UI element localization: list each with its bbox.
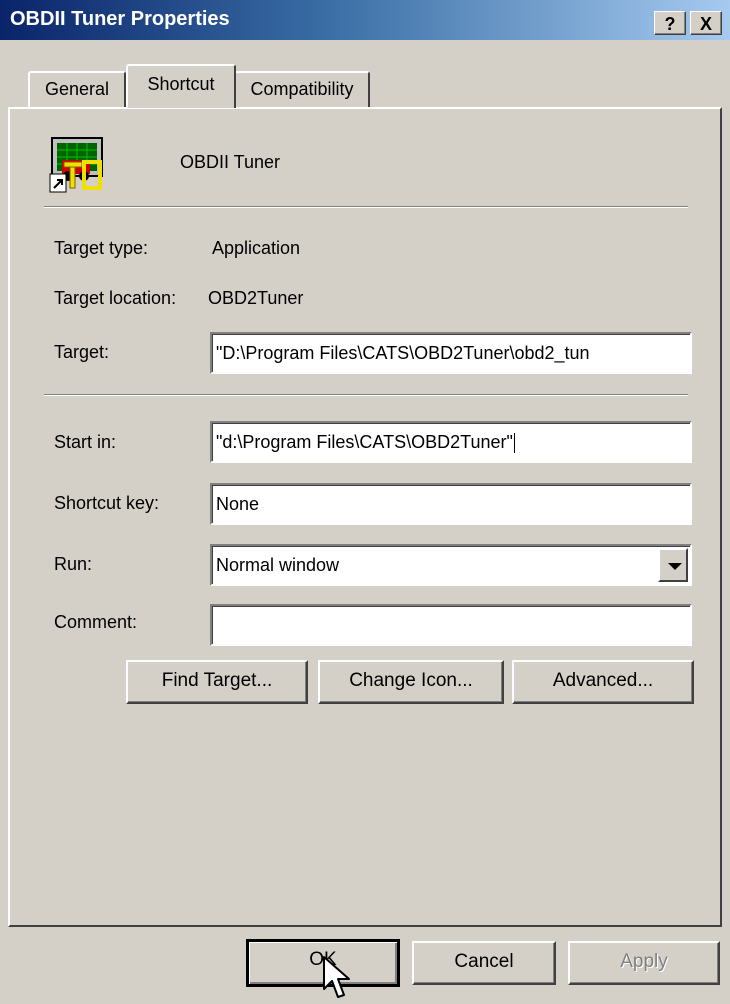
tab-general[interactable]: General <box>28 71 126 107</box>
tab-shortcut[interactable]: Shortcut <box>126 64 236 108</box>
target-input[interactable]: "D:\Program Files\CATS\OBD2Tuner\obd2_tu… <box>210 332 692 374</box>
advanced-button[interactable]: Advanced... <box>512 660 694 704</box>
comment-input[interactable] <box>210 604 692 646</box>
help-button[interactable]: ? <box>654 11 686 35</box>
obdii-tuner-app-icon <box>49 137 103 193</box>
close-button[interactable]: X <box>690 11 722 35</box>
comment-label: Comment: <box>54 612 138 632</box>
tab-compatibility[interactable]: Compatibility <box>234 71 370 107</box>
shortcut-key-input[interactable]: None <box>210 483 692 525</box>
run-select[interactable]: Normal window <box>210 544 692 586</box>
cancel-button[interactable]: Cancel <box>412 941 556 985</box>
find-target-button[interactable]: Find Target... <box>126 660 308 704</box>
target-type-label: Target type: <box>54 238 149 258</box>
text-caret <box>513 433 515 454</box>
run-select-value: Normal window <box>216 555 340 575</box>
mouse-pointer-icon <box>323 956 350 998</box>
start-in-input[interactable]: "d:\Program Files\CATS\OBD2Tuner" <box>210 421 692 463</box>
shortcut-key-label: Shortcut key: <box>54 493 160 513</box>
chevron-down-icon <box>668 563 682 570</box>
start-in-value: "d:\Program Files\CATS\OBD2Tuner" <box>216 432 513 452</box>
title-bar[interactable]: OBDII Tuner Properties ? X <box>0 0 730 40</box>
change-icon-button[interactable]: Change Icon... <box>318 660 504 704</box>
dropdown-arrow-button[interactable] <box>658 548 688 582</box>
target-label: Target: <box>54 342 110 362</box>
run-label: Run: <box>54 554 93 574</box>
shortcut-name: OBDII Tuner <box>180 152 281 172</box>
apply-button[interactable]: Apply <box>568 941 720 985</box>
start-in-label: Start in: <box>54 432 117 452</box>
target-type-value: Application <box>212 238 301 258</box>
window-title: OBDII Tuner Properties <box>10 8 230 30</box>
separator <box>44 394 688 396</box>
target-location-label: Target location: <box>54 288 177 308</box>
separator <box>44 206 688 208</box>
target-location-value: OBD2Tuner <box>208 288 304 308</box>
